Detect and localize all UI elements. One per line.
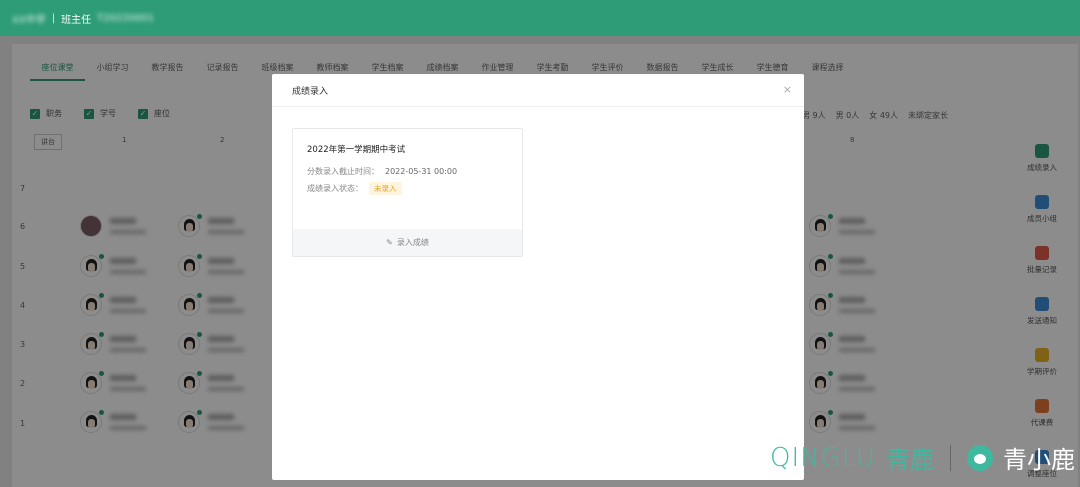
school-name: XX中学 [12,14,46,26]
role-label: 班主任 [61,14,92,26]
enter-score-button[interactable]: ✎ 录入成绩 [293,229,522,256]
deadline-label: 分数录入截止时间： [307,167,379,176]
brand-cn: 青鹿 [885,446,934,474]
enter-score-label: 录入成绩 [396,238,429,247]
brand-watermark: QINGLU 青鹿 青小鹿 [770,440,1075,475]
top-bar: XX中学 | 班主任 T20220001 [0,0,1080,36]
edit-icon: ✎ [386,238,393,247]
close-icon[interactable]: × [783,83,792,96]
deer-logo-icon [966,444,993,471]
brand-cn2: 青小鹿 [1002,446,1075,474]
topbar-separator: | [51,12,56,24]
score-entry-modal: 成绩录入 × 2022年第一学期期中考试 分数录入截止时间： 2022-05-31… [272,74,804,480]
brand-separator [949,444,951,471]
status-badge: 未录入 [369,182,402,195]
status-row: 成绩录入状态： 未录入 [307,182,402,195]
teacher-id: T20220001 [97,12,155,24]
modal-header: 成绩录入 × [272,74,804,107]
exam-name: 2022年第一学期期中考试 [307,145,406,155]
exam-card: 2022年第一学期期中考试 分数录入截止时间： 2022-05-31 00:00 … [292,128,523,257]
deadline-value: 2022-05-31 00:00 [385,167,458,176]
modal-title: 成绩录入 [292,86,329,97]
brand-latin: QINGLU [770,442,876,473]
deadline-row: 分数录入截止时间： 2022-05-31 00:00 [307,166,457,177]
status-label: 成绩录入状态： [307,184,363,193]
